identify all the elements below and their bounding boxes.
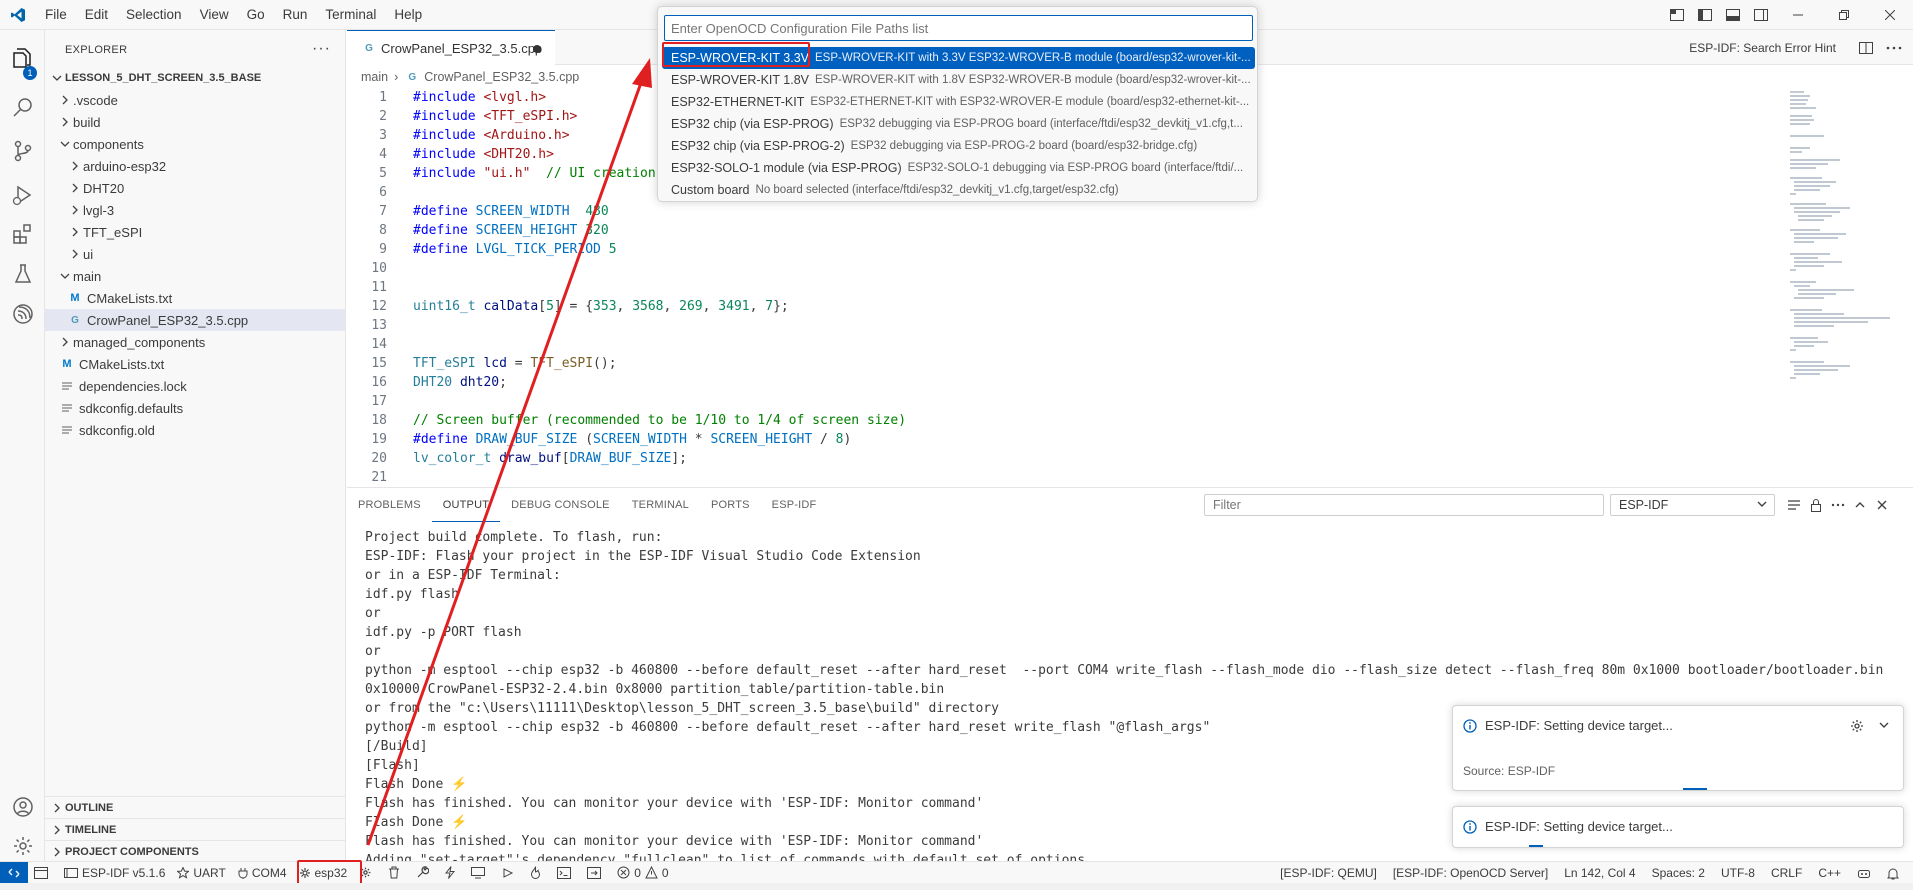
vscode-window: File Edit Selection View Go Run Terminal… [0, 0, 1913, 890]
annotation-arrow [366, 58, 652, 846]
